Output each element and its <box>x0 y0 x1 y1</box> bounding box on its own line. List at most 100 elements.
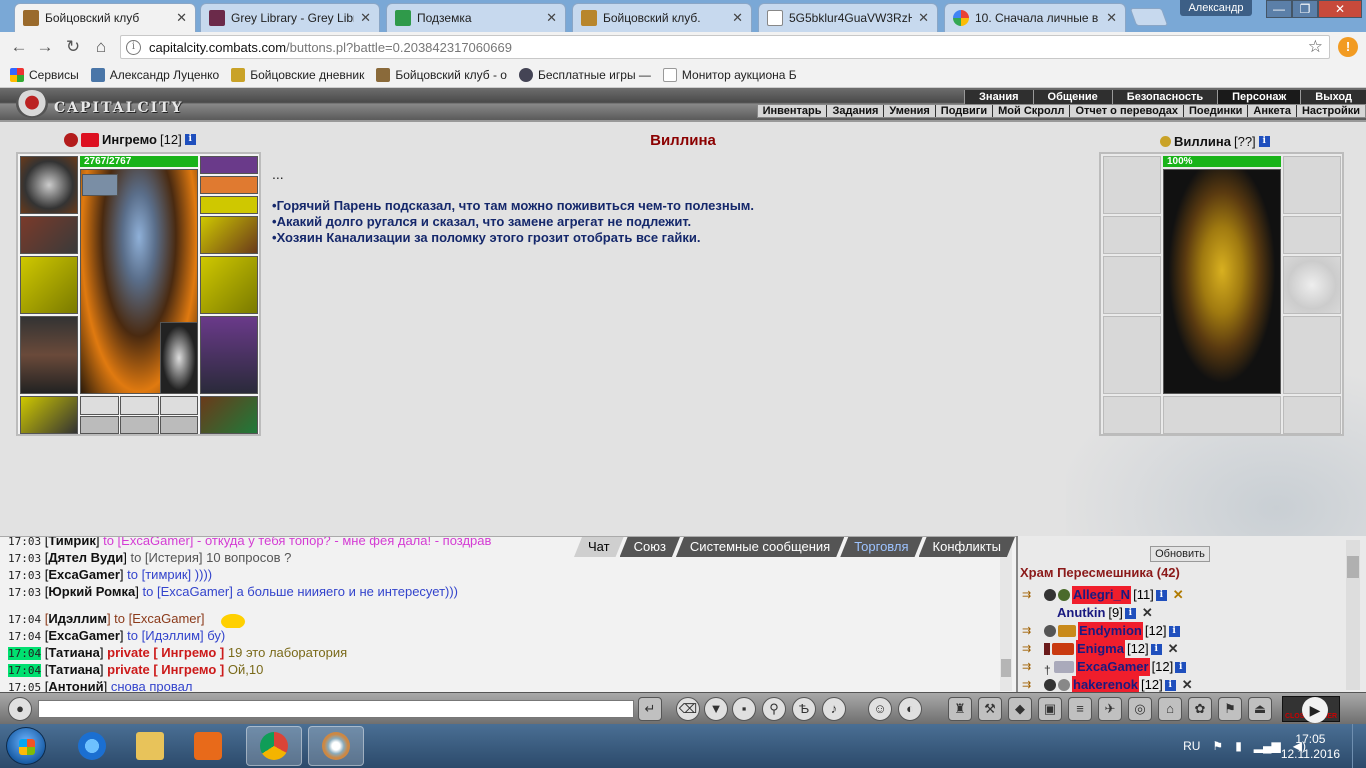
filter-icon[interactable]: ▼ <box>704 697 728 721</box>
menu-communication[interactable]: Общение <box>1032 90 1112 104</box>
browser-menu-button[interactable]: ! <box>1338 37 1358 57</box>
buff-icon[interactable] <box>82 174 118 196</box>
rune-slot-2[interactable] <box>120 416 159 434</box>
submenu-profile[interactable]: Анкета <box>1247 105 1296 117</box>
private-arrow-icon[interactable]: ⇉ <box>1022 640 1042 658</box>
bookmark-auction[interactable]: Монитор аукциона Б <box>662 67 797 82</box>
npc-info-icon[interactable]: i <box>1258 136 1270 147</box>
tab-union[interactable]: Союз <box>620 537 680 557</box>
belt-slot[interactable] <box>20 396 78 434</box>
bookmark-diaries[interactable]: Бойцовские дневник <box>231 67 364 82</box>
info-icon[interactable]: i <box>1150 643 1162 655</box>
leggings-slot[interactable] <box>200 316 258 394</box>
menu-character[interactable]: Персонаж <box>1217 90 1301 104</box>
tab-trade[interactable]: Торговля <box>840 537 922 557</box>
tab-file[interactable]: 5G5bklur4GuaVW3RzH ✕ <box>758 3 938 32</box>
url-input[interactable]: i capitalcity.combats.com/buttons.pl?bat… <box>120 35 1330 59</box>
scroll-icon[interactable]: ≡ <box>1068 697 1092 721</box>
bookmark-star-icon[interactable]: ☆ <box>1308 37 1323 57</box>
submenu-inventory[interactable]: Инвентарь <box>758 105 827 117</box>
sound-icon[interactable]: ♪ <box>822 697 846 721</box>
minimize-button[interactable]: — <box>1266 0 1292 18</box>
smiley-menu-icon[interactable]: ☺ <box>868 697 892 721</box>
bookmark-services[interactable]: Сервисы <box>10 67 79 82</box>
language-indicator[interactable]: RU <box>1183 739 1200 753</box>
info-icon[interactable]: i <box>1175 661 1187 673</box>
tab-system[interactable]: Системные сообщения <box>676 537 844 557</box>
translit-icon[interactable]: Ѣ <box>792 697 816 721</box>
walk-icon[interactable]: ⚲ <box>762 697 786 721</box>
axe-icon[interactable]: ⚒ <box>978 697 1002 721</box>
close-tab-icon[interactable]: ✕ <box>918 10 929 26</box>
helmet-icon[interactable]: ◐ <box>898 697 922 721</box>
paint-taskbar-icon[interactable] <box>308 726 364 766</box>
npc-icon[interactable]: ♜ <box>948 697 972 721</box>
chat-mode-icon[interactable]: ● <box>8 697 32 721</box>
submenu-skills[interactable]: Умения <box>883 105 934 117</box>
info-icon[interactable]: i <box>1124 607 1136 619</box>
home-button[interactable]: ⌂ <box>90 37 112 57</box>
maximize-button[interactable]: ❐ <box>1292 0 1318 18</box>
clock[interactable]: 17:05 12.11.2016 <box>1281 732 1340 762</box>
power-icon[interactable]: ▮ <box>1235 739 1242 753</box>
paws-icon[interactable]: ✿ <box>1188 697 1212 721</box>
bag-icon[interactable]: ◆ <box>1008 697 1032 721</box>
flag-icon[interactable]: ⚑ <box>1218 697 1242 721</box>
start-button[interactable] <box>6 727 46 765</box>
ring-slot-2[interactable] <box>120 396 159 415</box>
rings-slot[interactable] <box>200 196 258 214</box>
earrings-slot[interactable] <box>200 156 258 174</box>
chat-input[interactable] <box>38 700 634 718</box>
info-icon[interactable]: i <box>1155 589 1167 601</box>
tab-fightclub-2[interactable]: Бойцовский клуб. ✕ <box>572 3 752 32</box>
dialog-option-3[interactable]: Хозяин Канализации за поломку этого гроз… <box>272 230 754 246</box>
battle-icon[interactable]: ✕ <box>1168 640 1179 658</box>
forward-button[interactable]: → <box>34 37 56 57</box>
submenu-duels[interactable]: Поединки <box>1182 105 1247 117</box>
amulet-slot[interactable] <box>200 176 258 194</box>
npc-name[interactable]: Виллина <box>1174 134 1231 149</box>
explorer-taskbar-icon[interactable] <box>122 726 178 766</box>
ring-slot-3[interactable] <box>160 396 198 415</box>
refresh-button[interactable]: Обновить <box>1150 546 1210 562</box>
helmet-slot[interactable] <box>20 156 78 214</box>
action-center-icon[interactable]: ⚑ <box>1212 739 1223 753</box>
chrome-taskbar-icon[interactable] <box>246 726 302 766</box>
private-arrow-icon[interactable]: ⇉ <box>1022 676 1042 692</box>
npc-avatar[interactable] <box>1163 169 1281 394</box>
ie-taskbar-icon[interactable] <box>64 726 120 766</box>
submenu-feats[interactable]: Подвиги <box>934 105 992 117</box>
eraser-icon[interactable]: ⌫ <box>676 697 700 721</box>
close-tab-icon[interactable]: ✕ <box>732 10 743 26</box>
send-icon[interactable]: ↵ <box>638 697 662 721</box>
play-icon[interactable]: ▶ <box>1302 697 1328 723</box>
scroll-thumb[interactable] <box>1001 659 1011 677</box>
submenu-settings[interactable]: Настройки <box>1295 105 1365 117</box>
chat-scrollbar[interactable] <box>1000 539 1012 691</box>
info-icon[interactable]: i <box>126 40 141 55</box>
private-arrow-icon[interactable]: ⇉ <box>1022 622 1042 640</box>
room-scrollbar[interactable] <box>1346 540 1360 690</box>
tab-chat[interactable]: Чат <box>574 537 624 557</box>
rune-slot-3[interactable] <box>160 416 198 434</box>
bookmark-vk[interactable]: Александр Луценко <box>90 67 219 82</box>
new-tab-button[interactable] <box>1129 8 1169 26</box>
info-icon[interactable]: i <box>1164 679 1176 691</box>
target-icon[interactable]: ◎ <box>1128 697 1152 721</box>
battle-icon[interactable]: ✕ <box>1142 604 1153 622</box>
battle-icon[interactable]: ✕ <box>1182 676 1193 692</box>
tab-grey-library[interactable]: Grey Library - Grey Libr ✕ <box>200 3 380 32</box>
pet-cat-slot[interactable] <box>160 322 198 394</box>
tab-podzemka[interactable]: Подземка ✕ <box>386 3 566 32</box>
exit-icon[interactable]: ⏏ <box>1248 697 1272 721</box>
chest-icon[interactable]: ▣ <box>1038 697 1062 721</box>
armor-slot[interactable] <box>20 316 78 394</box>
close-tab-icon[interactable]: ✕ <box>546 10 557 26</box>
network-icon[interactable]: ▂▄▆ <box>1254 739 1281 753</box>
submenu-scroll[interactable]: Мой Скролл <box>992 105 1069 117</box>
tab-google[interactable]: 10. Сначала личные в ✕ <box>944 3 1126 32</box>
media-taskbar-icon[interactable] <box>180 726 236 766</box>
bookmark-games[interactable]: Бесплатные игры — <box>518 67 651 82</box>
close-tab-icon[interactable]: ✕ <box>176 10 187 26</box>
ring-slot-1[interactable] <box>80 396 119 415</box>
